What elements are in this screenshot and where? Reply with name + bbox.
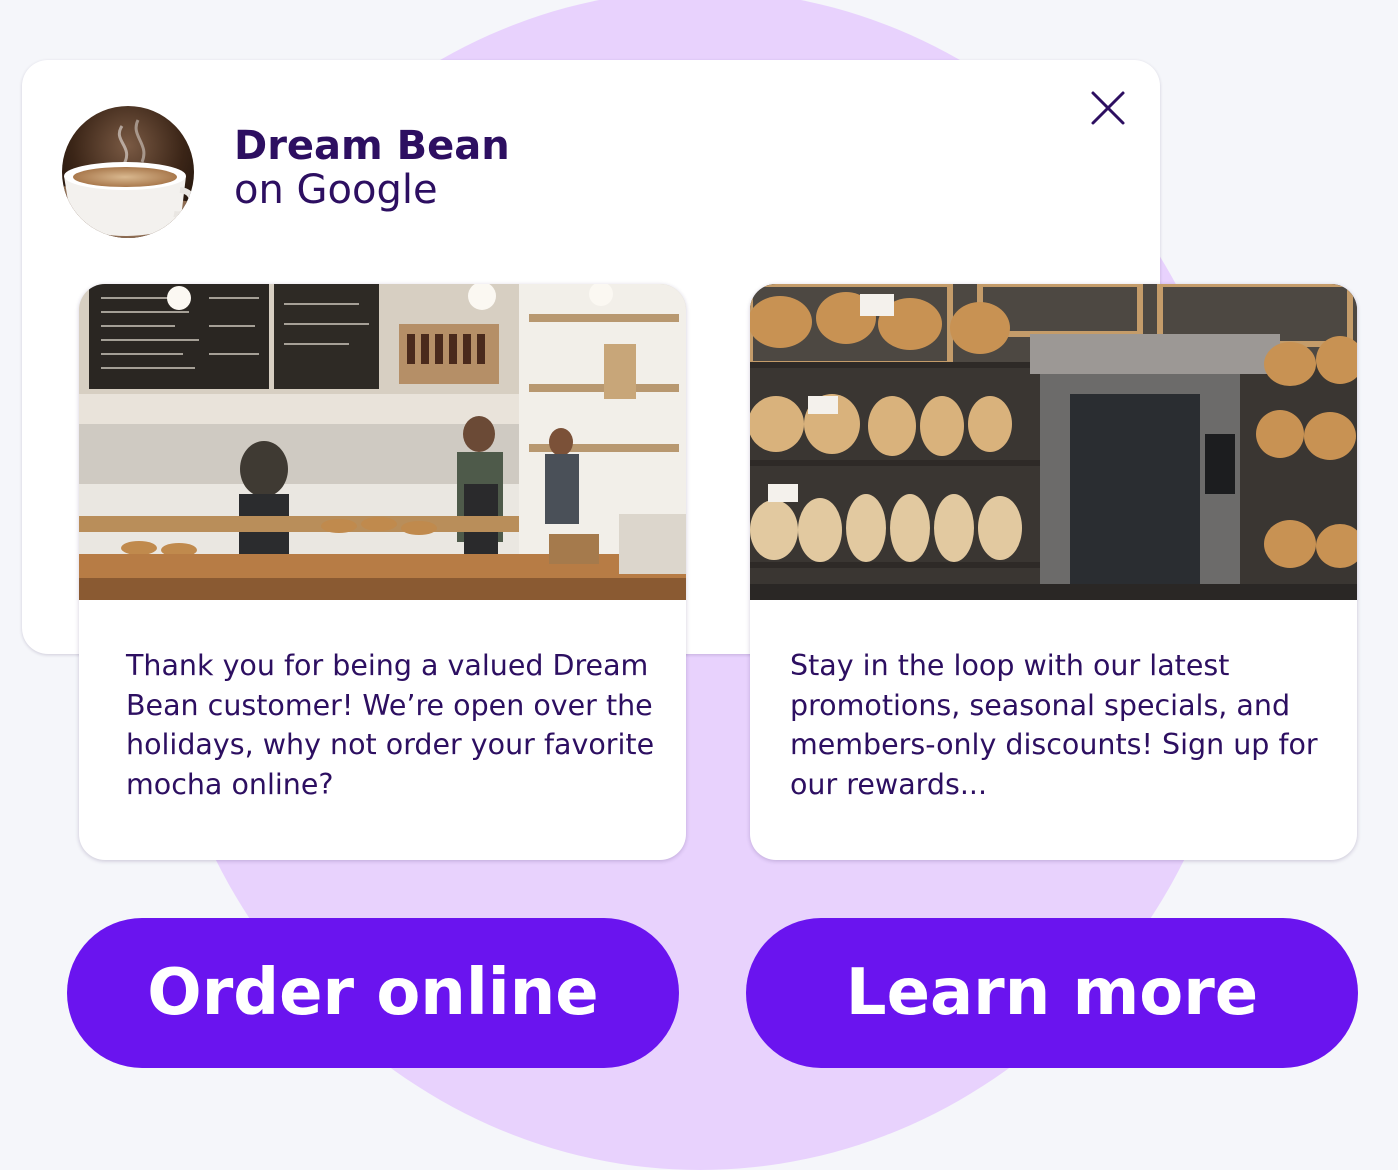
post-text: Stay in the loop with our latest promoti… bbox=[790, 649, 1318, 801]
business-title: Dream Bean on Google bbox=[234, 124, 510, 212]
business-platform: on Google bbox=[234, 167, 438, 213]
business-avatar bbox=[62, 106, 194, 238]
close-icon bbox=[1091, 91, 1125, 125]
bread-shelves-photo bbox=[750, 284, 1357, 600]
post-card[interactable]: Thank you for being a valued Dream Bean … bbox=[79, 284, 686, 860]
business-name: Dream Bean bbox=[234, 123, 510, 169]
close-button[interactable] bbox=[1088, 88, 1128, 128]
post-card[interactable]: Stay in the loop with our latest promoti… bbox=[750, 284, 1357, 860]
learn-more-button[interactable]: Learn more bbox=[746, 918, 1358, 1068]
post-text: Thank you for being a valued Dream Bean … bbox=[126, 649, 655, 801]
order-online-button[interactable]: Order online bbox=[67, 918, 679, 1068]
bakery-counter-photo bbox=[79, 284, 686, 600]
